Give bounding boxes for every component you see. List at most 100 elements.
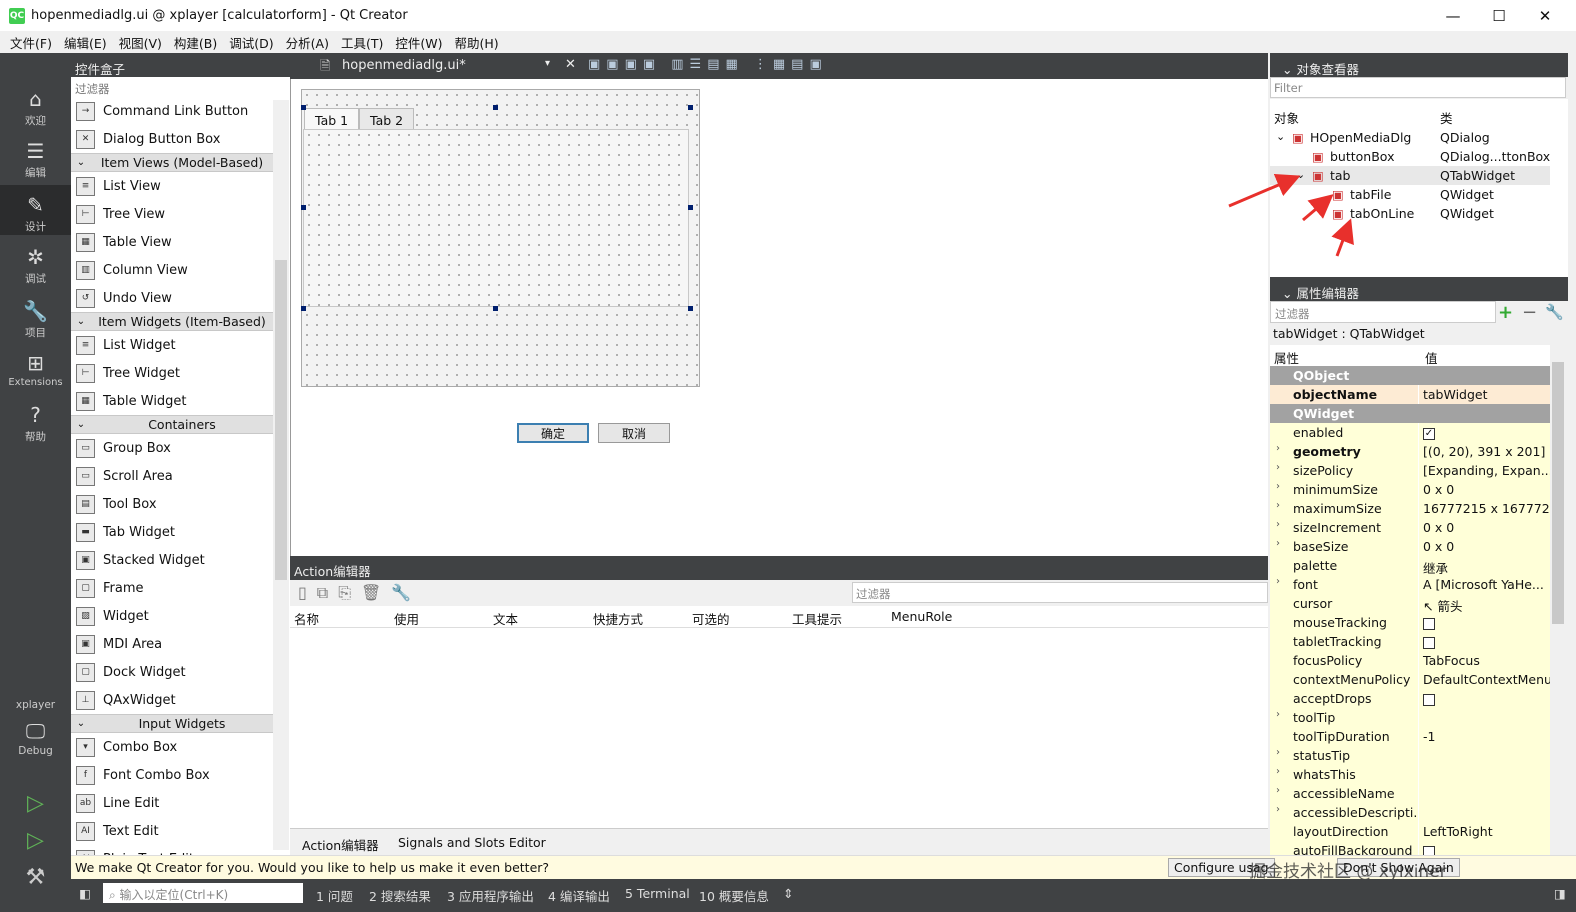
mode-design[interactable]: ✎ 设计 xyxy=(0,185,71,235)
action-filter-input[interactable]: 过滤器 xyxy=(852,582,1268,603)
col-tooltip[interactable]: 工具提示 xyxy=(792,609,842,628)
property-row[interactable]: › sizePolicy [Expanding, Expan... xyxy=(1270,461,1550,480)
action-tool-icons[interactable]: ▯⧉⎘🗑🔧 xyxy=(298,583,421,603)
mode-edit[interactable]: ☰ 编辑 xyxy=(0,139,71,180)
widget-item[interactable]: ▦ Table Widget xyxy=(71,387,273,415)
chevron-right-icon[interactable]: › xyxy=(1276,500,1280,511)
property-row[interactable]: cursor ↖ 箭头 xyxy=(1270,594,1550,613)
output-pane-10[interactable]: 10 概要信息 xyxy=(699,886,769,905)
property-row[interactable]: › accessibleName xyxy=(1270,784,1550,803)
property-row[interactable]: › sizeIncrement 0 x 0 xyxy=(1270,518,1550,537)
property-row[interactable]: layoutDirection LeftToRight xyxy=(1270,822,1550,841)
tab-2[interactable]: Tab 2 xyxy=(359,108,415,130)
property-row[interactable]: acceptDrops xyxy=(1270,689,1550,708)
property-row[interactable]: › baseSize 0 x 0 xyxy=(1270,537,1550,556)
widget-item[interactable]: ↺ Undo View xyxy=(71,284,273,312)
chevron-right-icon[interactable]: › xyxy=(1276,709,1280,720)
locator-input[interactable]: ⌕ 输入以定位(Ctrl+K) xyxy=(103,883,303,903)
property-scroll-thumb[interactable] xyxy=(1552,362,1564,624)
menu-edit[interactable]: 编辑(E) xyxy=(58,33,113,52)
configure-icon[interactable]: 🔧 xyxy=(1545,303,1564,321)
property-row[interactable]: autoFillBackground xyxy=(1270,841,1550,855)
output-pane-4[interactable]: 4 编译输出 xyxy=(548,886,610,905)
chevron-right-icon[interactable]: › xyxy=(1276,766,1280,777)
tab-widget-pane[interactable] xyxy=(303,129,689,307)
selection-handle[interactable] xyxy=(301,306,306,311)
widget-category[interactable]: ⌄ Containers xyxy=(71,415,273,434)
col-menurole[interactable]: MenuRole xyxy=(891,609,952,624)
widget-category[interactable]: ⌄ Input Widgets xyxy=(71,714,273,733)
expand-icon[interactable]: ⌄ xyxy=(1276,130,1285,143)
menu-debug[interactable]: 调试(D) xyxy=(223,33,279,52)
selection-handle[interactable] xyxy=(493,306,498,311)
selection-handle[interactable] xyxy=(301,105,306,110)
remove-property-icon[interactable]: − xyxy=(1522,302,1537,323)
kit-selector[interactable]: 🖵 Debug xyxy=(0,719,71,757)
widget-box-scroll-thumb[interactable] xyxy=(275,260,287,580)
chevron-right-icon[interactable]: › xyxy=(1276,481,1280,492)
widget-item[interactable]: ▣ MDI Area xyxy=(71,630,273,658)
property-value[interactable]: ✓ xyxy=(1419,423,1550,442)
property-value[interactable]: -1 xyxy=(1419,727,1550,746)
collapse-icon[interactable]: ⌄ xyxy=(1282,62,1296,77)
widget-item[interactable]: ≡ List Widget xyxy=(71,331,273,359)
chevron-right-icon[interactable]: › xyxy=(1276,443,1280,454)
widget-item[interactable]: ⊢ Tree Widget xyxy=(71,359,273,387)
output-pane-5[interactable]: 5 Terminal xyxy=(625,886,690,901)
chevron-right-icon[interactable]: › xyxy=(1276,576,1280,587)
property-value[interactable]: 0 x 0 xyxy=(1419,518,1550,537)
property-value[interactable]: A [Microsoft YaHe... xyxy=(1419,575,1550,594)
property-row[interactable]: › whatsThis xyxy=(1270,765,1550,784)
chevron-right-icon[interactable]: › xyxy=(1276,519,1280,530)
property-value[interactable] xyxy=(1419,708,1550,727)
checkbox[interactable] xyxy=(1423,617,1435,630)
widget-item[interactable]: ab Line Edit xyxy=(71,789,273,817)
col-value[interactable]: 值 xyxy=(1425,348,1438,367)
mode-debug[interactable]: ✲ 调试 xyxy=(0,245,71,286)
property-value[interactable] xyxy=(1419,784,1550,803)
property-row[interactable]: enabled ✓ xyxy=(1270,423,1550,442)
property-value[interactable]: 0 x 0 xyxy=(1419,480,1550,499)
property-group[interactable]: ⌄QObject xyxy=(1270,366,1550,385)
checkbox[interactable]: ✓ xyxy=(1423,427,1435,440)
collapse-icon[interactable]: ⌄ xyxy=(1282,286,1296,301)
debug-run-button[interactable]: ▷ xyxy=(0,828,71,853)
selection-handle[interactable] xyxy=(493,105,498,110)
widget-category[interactable]: ⌄ Item Widgets (Item-Based) xyxy=(71,312,273,331)
property-value[interactable]: ↖ 箭头 xyxy=(1419,594,1550,613)
widget-item[interactable]: ▢ Frame xyxy=(71,574,273,602)
mode-projects[interactable]: 🔧 项目 xyxy=(0,299,71,340)
add-property-icon[interactable]: + xyxy=(1498,302,1513,323)
close-button[interactable]: ✕ xyxy=(1522,0,1568,31)
object-row[interactable]: ⌄ ▣ HOpenMediaDlg QDialog xyxy=(1270,128,1550,147)
checkbox[interactable] xyxy=(1423,636,1435,649)
property-value[interactable] xyxy=(1419,841,1550,855)
build-button[interactable]: ⚒ xyxy=(0,865,71,890)
object-row[interactable]: ▣ buttonBox QDialog...ttonBox xyxy=(1270,147,1550,166)
minimize-button[interactable]: — xyxy=(1430,0,1476,31)
output-pane-3[interactable]: 3 应用程序输出 xyxy=(447,886,534,905)
property-row[interactable]: tabletTracking xyxy=(1270,632,1550,651)
mode-extensions[interactable]: ⊞ Extensions xyxy=(0,351,71,388)
widget-category[interactable]: ⌄ Item Views (Model-Based) xyxy=(71,153,273,172)
chevron-right-icon[interactable]: › xyxy=(1276,462,1280,473)
property-value[interactable]: [Expanding, Expan... xyxy=(1419,461,1550,480)
cancel-button[interactable]: 取消 xyxy=(598,423,670,443)
widget-item[interactable]: f Font Combo Box xyxy=(71,761,273,789)
property-value[interactable] xyxy=(1419,803,1550,822)
property-row[interactable]: › minimumSize 0 x 0 xyxy=(1270,480,1550,499)
tab-1[interactable]: Tab 1 xyxy=(304,108,360,130)
col-object[interactable]: 对象 xyxy=(1274,108,1299,127)
col-name[interactable]: 名称 xyxy=(294,609,319,628)
menu-file[interactable]: 文件(F) xyxy=(4,33,58,52)
property-value[interactable]: tabWidget xyxy=(1419,385,1550,404)
widget-item[interactable]: ▦ Table View xyxy=(71,228,273,256)
ok-button[interactable]: 确定 xyxy=(517,423,589,443)
document-name[interactable]: hopenmediadlg.ui* xyxy=(342,58,466,73)
col-shortcut[interactable]: 快捷方式 xyxy=(593,609,643,628)
widget-item[interactable]: AIPlain Text Edit xyxy=(71,845,273,855)
widget-item[interactable]: ▢ Dock Widget xyxy=(71,658,273,686)
checkbox[interactable] xyxy=(1423,845,1435,855)
widget-item[interactable]: AI Text Edit xyxy=(71,817,273,845)
selection-handle[interactable] xyxy=(301,205,306,210)
